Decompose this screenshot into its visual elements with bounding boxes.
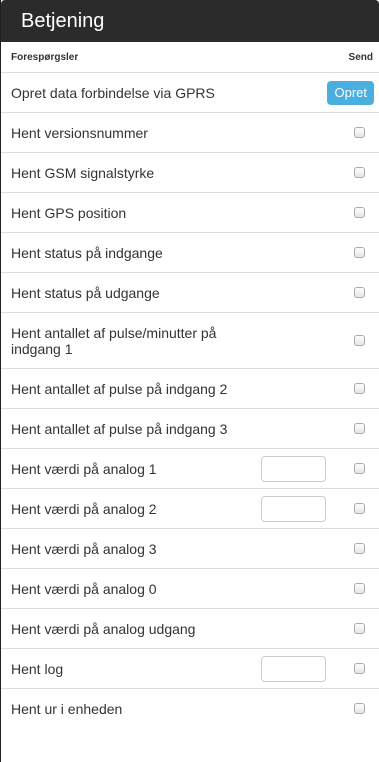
send-checkbox[interactable] — [354, 622, 365, 634]
send-checkbox[interactable] — [354, 502, 365, 514]
request-label: Hent status på udgange — [11, 284, 160, 301]
send-checkbox[interactable] — [354, 246, 365, 258]
analog-1-input[interactable] — [261, 455, 326, 482]
column-header-send: Send — [348, 51, 373, 63]
request-row-log: Hent log — [1, 649, 379, 689]
request-row-gps-position: Hent GPS position — [1, 193, 379, 233]
request-row-version: Hent versionsnummer — [1, 113, 379, 153]
request-row-analog-output: Hent værdi på analog udgang — [1, 609, 379, 649]
request-label: Hent værdi på analog 0 — [11, 580, 157, 597]
request-row-pulse-input-1: Hent antallet af pulse/minutter på indga… — [1, 313, 379, 369]
send-checkbox[interactable] — [354, 422, 365, 434]
send-checkbox[interactable] — [354, 703, 365, 714]
send-checkbox[interactable] — [354, 334, 365, 346]
column-header-row: Forespørgsler Send — [1, 42, 379, 73]
request-label: Hent antallet af pulse på indgang 2 — [11, 380, 228, 397]
request-label: Hent antallet af pulse på indgang 3 — [11, 420, 228, 437]
betjening-panel: Betjening Forespørgsler Send Opret data … — [0, 0, 379, 762]
request-label: Hent GSM signalstyrke — [11, 164, 155, 181]
request-label: Hent værdi på analog 3 — [11, 540, 157, 557]
send-checkbox[interactable] — [354, 166, 365, 178]
analog-2-input[interactable] — [261, 495, 326, 522]
request-row-analog-1: Hent værdi på analog 1 — [1, 449, 379, 489]
send-checkbox[interactable] — [354, 462, 365, 474]
request-label: Hent GPS position — [11, 204, 127, 221]
request-label: Opret data forbindelse via GPRS — [11, 84, 215, 101]
request-row-input-status: Hent status på indgange — [1, 233, 379, 273]
request-label: Hent status på indgange — [11, 244, 163, 261]
send-checkbox[interactable] — [354, 582, 365, 594]
request-row-analog-2: Hent værdi på analog 2 — [1, 489, 379, 529]
column-header-requests: Forespørgsler — [11, 51, 79, 63]
send-checkbox[interactable] — [354, 286, 365, 298]
request-label: Hent værdi på analog udgang — [11, 620, 196, 637]
request-row-gprs: Opret data forbindelse via GPRS Opret — [1, 73, 379, 113]
request-row-pulse-input-3: Hent antallet af pulse på indgang 3 — [1, 409, 379, 449]
request-label: Hent antallet af pulse/minutter på indga… — [11, 324, 217, 357]
request-row-analog-0: Hent værdi på analog 0 — [1, 569, 379, 609]
request-row-device-clock: Hent ur i enheden — [1, 689, 379, 729]
send-checkbox[interactable] — [354, 126, 365, 138]
request-row-output-status: Hent status på udgange — [1, 273, 379, 313]
send-checkbox[interactable] — [354, 662, 365, 674]
request-row-gsm-signal: Hent GSM signalstyrke — [1, 153, 379, 193]
request-row-analog-3: Hent værdi på analog 3 — [1, 529, 379, 569]
opret-button[interactable]: Opret — [327, 80, 374, 105]
request-label: Hent versionsnummer — [11, 124, 148, 141]
send-checkbox[interactable] — [354, 206, 365, 218]
log-input[interactable] — [261, 655, 326, 682]
request-row-pulse-input-2: Hent antallet af pulse på indgang 2 — [1, 369, 379, 409]
panel-title: Betjening — [1, 0, 379, 42]
request-label: Hent ur i enheden — [11, 701, 123, 717]
send-checkbox[interactable] — [354, 382, 365, 394]
send-checkbox[interactable] — [354, 542, 365, 554]
